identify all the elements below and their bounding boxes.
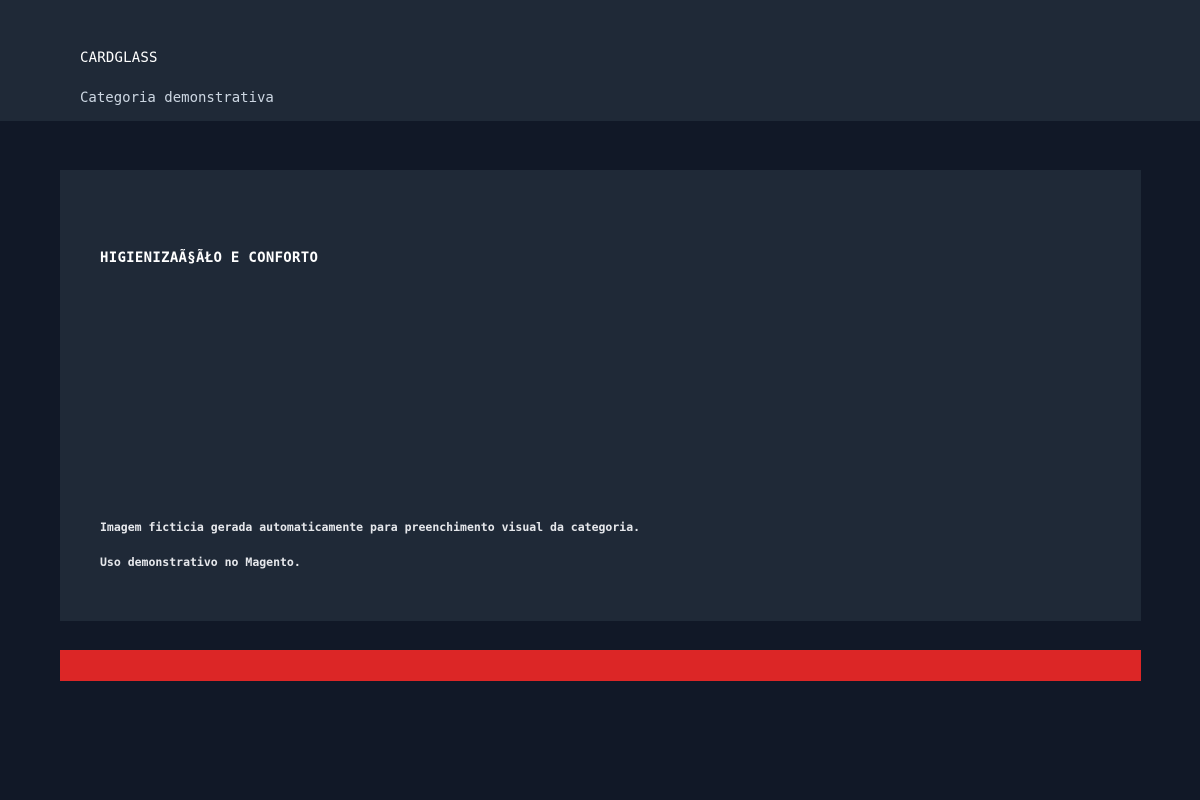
page-subtitle: Categoria demonstrativa	[80, 90, 274, 106]
brand-name: CARDGLASS	[80, 50, 158, 66]
site-header: CARDGLASS Categoria demonstrativa	[0, 0, 1200, 121]
category-title: HIGIENIZAÃ§ÃŁO E CONFORTO	[100, 250, 319, 266]
category-description-line: Uso demonstrativo no Magento.	[100, 555, 301, 569]
category-card: HIGIENIZAÃ§ÃŁO E CONFORTO Imagem fictici…	[60, 170, 1141, 621]
category-description-line: Imagem ficticia gerada automaticamente p…	[100, 520, 641, 534]
accent-bar	[60, 650, 1141, 681]
